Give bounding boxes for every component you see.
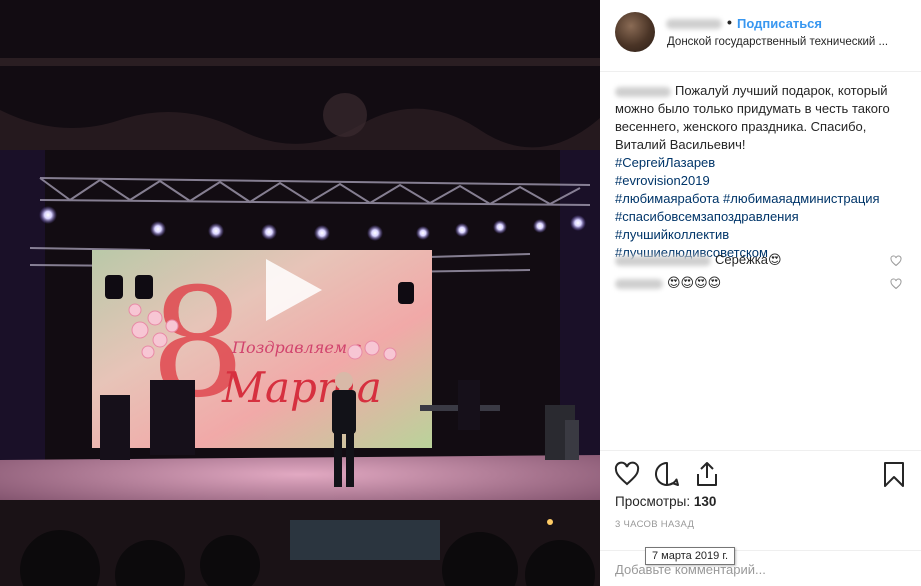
- follow-button[interactable]: Подписаться: [737, 16, 822, 31]
- hashtag-link[interactable]: #любимаяадминистрация: [723, 191, 880, 206]
- comment-username-blurred[interactable]: [615, 278, 663, 289]
- screen-greeting: Поздравляем с: [231, 338, 361, 357]
- screen-title: Марта: [221, 363, 382, 412]
- caption-username-blurred[interactable]: [615, 86, 671, 97]
- comment-like-heart-icon[interactable]: [890, 278, 902, 290]
- hashtag-link[interactable]: #спасибовсемзапоздравления: [615, 208, 915, 226]
- play-icon[interactable]: [258, 255, 328, 325]
- views-label: Просмотры:: [615, 494, 691, 509]
- comment-username-blurred[interactable]: [615, 255, 711, 266]
- comment-icon[interactable]: [653, 460, 681, 488]
- post-actions: Просмотры: 130 3 часов назад: [600, 450, 921, 586]
- views-number: 130: [693, 494, 717, 509]
- hashtag-link[interactable]: #СергейЛазарев: [615, 154, 915, 172]
- hashtag-link[interactable]: #любимаяработа: [615, 191, 719, 206]
- comment-text: 😍😍😍😍: [667, 275, 722, 290]
- timestamp[interactable]: 3 часов назад: [615, 519, 694, 530]
- comment-item: 😍😍😍😍: [615, 274, 915, 292]
- post-header: • Подписаться Донской государственный те…: [600, 0, 921, 72]
- comment-item: Серёжка😍: [615, 251, 915, 269]
- heart-icon[interactable]: [613, 460, 641, 488]
- username-blurred[interactable]: [666, 19, 722, 29]
- avatar[interactable]: [615, 12, 655, 52]
- separator-dot: •: [727, 14, 732, 30]
- views-count[interactable]: Просмотры: 130: [615, 494, 716, 509]
- date-tooltip: 7 марта 2019 г.: [645, 547, 736, 565]
- hashtag-link[interactable]: #лучшийколлектив: [615, 226, 915, 244]
- bookmark-icon[interactable]: [880, 460, 908, 488]
- comment-text: Серёжка😍: [715, 252, 782, 267]
- location-link[interactable]: Донской государственный технический ...: [667, 36, 912, 48]
- video-player[interactable]: 8 Поздравляем с Марта: [0, 0, 600, 586]
- share-icon[interactable]: [693, 460, 721, 488]
- hashtag-link[interactable]: #evrovision2019: [615, 173, 710, 188]
- post-caption: Пожалуй лучший подарок, который можно бы…: [615, 82, 915, 262]
- post-panel: • Подписаться Донской государственный те…: [600, 0, 921, 586]
- comment-like-heart-icon[interactable]: [890, 255, 902, 267]
